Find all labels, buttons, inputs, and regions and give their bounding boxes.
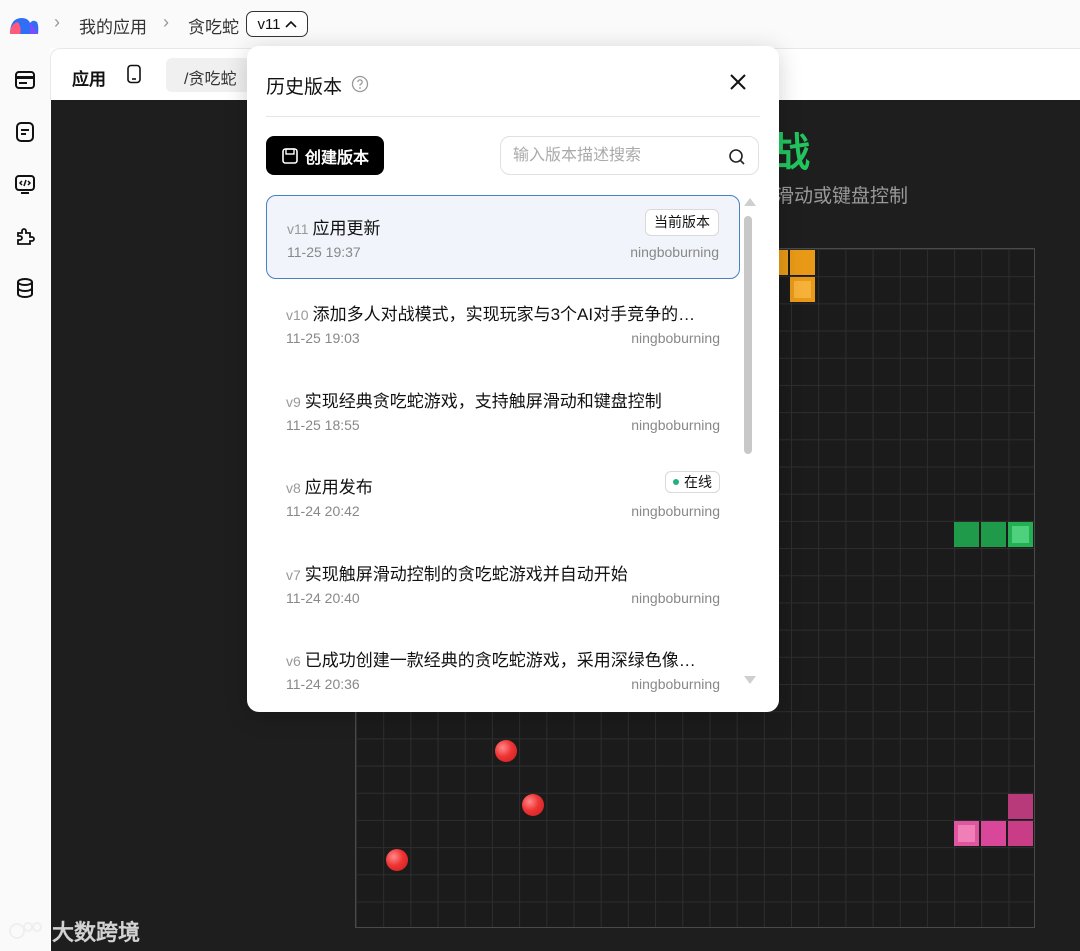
version-description: 添加多人对战模式，实现玩家与3个AI对手竞争的贪... [312, 305, 706, 324]
version-description: 实现触屏滑动控制的贪吃蛇游戏并自动开始 [304, 565, 628, 584]
version-time: 11-25 19:03 [286, 330, 360, 346]
version-search-input[interactable] [513, 145, 713, 167]
version-number: v10 [286, 307, 309, 323]
version-item-v11[interactable]: v11 应用更新 当前版本 11-25 19:37 ningboburning [266, 195, 740, 279]
create-version-label: 创建版本 [304, 149, 369, 167]
version-item-v7[interactable]: v7 实现触屏滑动控制的贪吃蛇游戏并自动开始 11-24 20:40 ningbo… [266, 542, 740, 626]
version-author: ningboburning [631, 330, 720, 346]
document-icon[interactable] [13, 120, 37, 144]
food-apple [386, 849, 408, 871]
version-author: ningboburning [631, 590, 720, 606]
food-apple [522, 794, 544, 816]
version-time: 11-24 20:40 [286, 590, 360, 606]
version-item-v10[interactable]: v10 添加多人对战模式，实现玩家与3个AI对手竞争的贪... 11-25 19:… [266, 282, 740, 366]
version-time: 11-25 18:55 [286, 417, 360, 433]
snake-orange-segment [790, 250, 815, 275]
version-time: 11-25 19:37 [287, 244, 361, 260]
top-bar: › 我的应用 › 贪吃蛇 v11 [0, 0, 1080, 48]
tab-app[interactable]: 应用 [72, 65, 106, 90]
version-history-popover: 历史版本 创建版本 v11应用更新 当前版本 11-25 19:37 ningb… [247, 46, 779, 712]
watermark: 大数跨境 [8, 915, 140, 947]
snake-green-segment [981, 522, 1006, 547]
snake-orange-head [790, 277, 815, 302]
current-version-badge: 当前版本 [645, 209, 719, 236]
save-icon [282, 147, 298, 164]
version-description: 应用发布 [304, 478, 373, 497]
version-number: v8 [286, 480, 301, 496]
version-description: 实现经典贪吃蛇游戏，支持触屏滑动和键盘控制 [304, 392, 662, 411]
left-rail [0, 48, 50, 951]
version-author: ningboburning [631, 503, 720, 519]
version-title: v8 应用发布 [286, 473, 706, 498]
chevron-up-icon [284, 20, 297, 28]
version-author: ningboburning [631, 676, 720, 692]
version-title: v9 实现经典贪吃蛇游戏，支持触屏滑动和键盘控制 [286, 387, 706, 412]
close-icon[interactable] [727, 71, 749, 93]
app-logo-icon[interactable] [8, 14, 40, 36]
version-label: v11 [257, 15, 281, 33]
puzzle-icon[interactable] [13, 224, 37, 248]
version-title: v11 应用更新 [287, 214, 707, 239]
watermark-logo-icon [9, 922, 42, 939]
version-item-v9[interactable]: v9 实现经典贪吃蛇游戏，支持触屏滑动和键盘控制 11-25 18:55 ning… [266, 369, 740, 453]
scroll-up-arrow-icon[interactable] [744, 198, 756, 206]
version-number: v7 [286, 567, 301, 583]
snake-pink-segment [1008, 821, 1033, 846]
version-number: v11 [287, 221, 309, 237]
scrollbar[interactable] [744, 198, 756, 688]
version-list: v11 应用更新 当前版本 11-25 19:37 ningboburning v… [266, 195, 742, 693]
version-item-v6[interactable]: v6 已成功创建一款经典的贪吃蛇游戏，采用深绿色像素... 11-24 20:36… [266, 628, 740, 693]
online-dot-icon [673, 479, 679, 485]
scroll-thumb[interactable] [744, 216, 752, 454]
online-status-badge: 在线 [665, 471, 720, 493]
version-time: 11-24 20:36 [286, 676, 360, 692]
help-icon[interactable] [351, 75, 369, 93]
create-version-button[interactable]: 创建版本 [266, 136, 384, 175]
snake-pink-segment [1008, 794, 1033, 819]
version-number: v6 [286, 653, 301, 669]
snake-green-head [1008, 522, 1033, 547]
version-author: ningboburning [631, 417, 720, 433]
food-apple [495, 740, 517, 762]
version-item-v8[interactable]: v8 应用发布 在线 11-24 20:42 ningboburning [266, 455, 740, 539]
snake-pink-segment [981, 821, 1006, 846]
version-selector[interactable]: v11 [246, 11, 308, 37]
version-time: 11-24 20:42 [286, 503, 360, 519]
watermark-text: 大数跨境 [52, 920, 141, 945]
database-icon[interactable] [13, 276, 37, 300]
version-title: v7 实现触屏滑动控制的贪吃蛇游戏并自动开始 [286, 560, 706, 585]
snake-pink-head [954, 821, 979, 846]
game-subtitle: 滑动或键盘控制 [775, 186, 909, 207]
breadcrumb-my-apps[interactable]: 我的应用 [79, 13, 147, 38]
online-label: 在线 [684, 474, 712, 490]
chevron-right-icon: › [54, 12, 60, 32]
route-path-field[interactable]: /贪吃蛇 [166, 58, 250, 92]
version-search [500, 136, 759, 175]
breadcrumb-app-name[interactable]: 贪吃蛇 [188, 13, 239, 38]
search-icon[interactable] [728, 148, 746, 166]
chevron-right-icon: › [163, 12, 169, 32]
scroll-down-arrow-icon[interactable] [744, 676, 756, 684]
divider [266, 116, 760, 117]
version-author: ningboburning [630, 244, 719, 260]
version-description: 应用更新 [312, 219, 381, 238]
snake-green-segment [954, 522, 979, 547]
layers-icon[interactable] [13, 68, 37, 92]
version-title: v6 已成功创建一款经典的贪吃蛇游戏，采用深绿色像素... [286, 646, 706, 671]
code-icon[interactable] [13, 172, 37, 196]
version-title: v10 添加多人对战模式，实现玩家与3个AI对手竞争的贪... [286, 300, 706, 325]
mobile-device-icon[interactable] [126, 64, 142, 84]
version-number: v9 [286, 394, 301, 410]
version-description: 已成功创建一款经典的贪吃蛇游戏，采用深绿色像素... [304, 651, 706, 670]
popover-title: 历史版本 [266, 77, 343, 98]
